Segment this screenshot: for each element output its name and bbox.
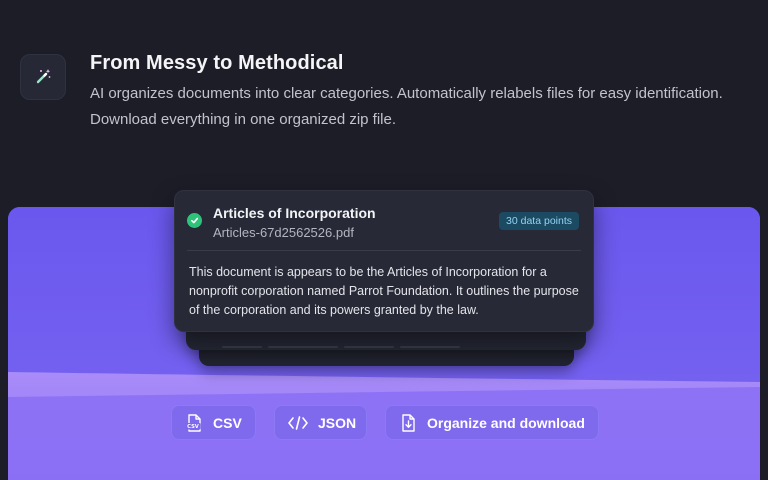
- document-title: Articles of Incorporation: [213, 205, 376, 221]
- data-points-badge: 30 data points: [499, 212, 579, 230]
- svg-text:CSV: CSV: [187, 424, 199, 430]
- feature-icon-box: [20, 54, 66, 100]
- organize-and-download-button[interactable]: Organize and download: [385, 405, 599, 440]
- code-icon: [287, 414, 309, 432]
- magic-wand-icon: [36, 69, 51, 84]
- page-description: AI organizes documents into clear catego…: [90, 85, 723, 128]
- csv-export-button[interactable]: CSV CSV: [171, 405, 256, 440]
- json-button-label: JSON: [318, 414, 357, 431]
- check-circle-icon: [187, 213, 202, 228]
- card-divider: [187, 250, 581, 251]
- hidden-card-text: [222, 346, 482, 348]
- csv-file-icon: CSV: [184, 413, 204, 433]
- document-filename: Articles-67d2562526.pdf: [213, 225, 354, 240]
- document-card[interactable]: Articles of Incorporation Articles-67d25…: [174, 190, 594, 332]
- page: From Messy to Methodical AI organizes do…: [0, 0, 768, 480]
- json-export-button[interactable]: JSON: [274, 405, 367, 440]
- document-summary: This document is appears to be the Artic…: [189, 265, 579, 317]
- download-file-icon: [398, 413, 418, 433]
- organize-button-label: Organize and download: [427, 414, 585, 431]
- page-title: From Messy to Methodical: [90, 52, 344, 74]
- csv-button-label: CSV: [213, 414, 242, 431]
